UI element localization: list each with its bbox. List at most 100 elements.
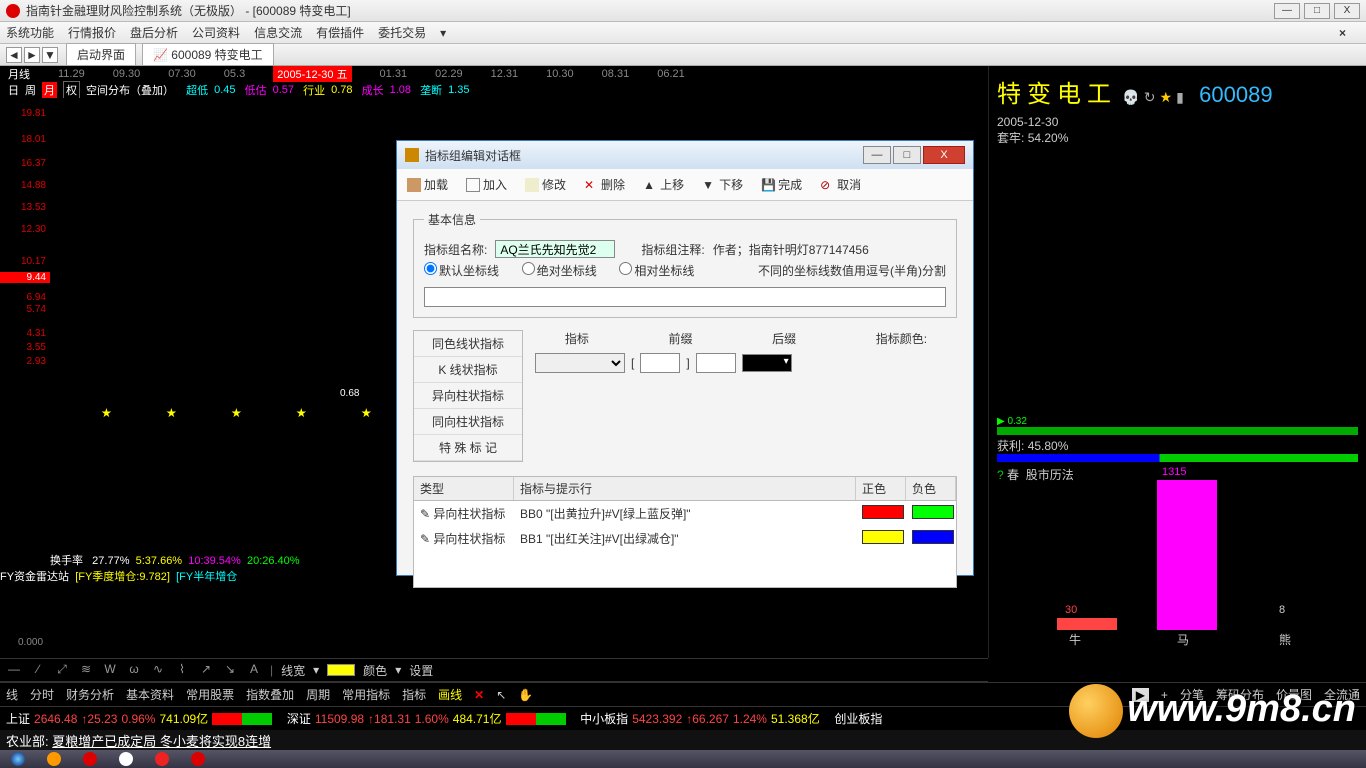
nav-down-button[interactable]: ▼ (42, 47, 58, 63)
dialog-titlebar[interactable]: 指标组编辑对话框 — □ X (397, 141, 973, 169)
line-tool-icon[interactable]: ∕ (30, 662, 46, 678)
color-picker[interactable] (742, 354, 792, 372)
indicator-edit-dialog: 指标组编辑对话框 — □ X 加载 加入 修改 ✕删除 ▲上移 ▼下移 💾完成 … (396, 140, 974, 576)
subtab[interactable]: 周期 (306, 686, 330, 703)
menu-item[interactable]: 信息交流 (254, 24, 302, 41)
window-title: 指南针金融理财风险控制系统（无极版） - [600089 特变电工] (26, 2, 351, 19)
taskbar-app[interactable] (72, 750, 108, 768)
table-row[interactable]: ✎ 异向柱状指标 BB1 "[出红关注]#V[出绿减仓]" (414, 526, 956, 551)
line-tool-icon[interactable]: ω (126, 662, 142, 678)
dialog-title: 指标组编辑对话框 (425, 147, 521, 164)
refresh-icon: ↻ (1144, 89, 1156, 105)
menu-item[interactable]: 盘后分析 (130, 24, 178, 41)
subtab[interactable]: 指标 (402, 686, 426, 703)
down-button[interactable]: ▼下移 (702, 176, 743, 193)
edit-button[interactable]: 修改 (525, 176, 566, 193)
basic-info-fieldset: 基本信息 指标组名称: 指标组注释: 作者；指南针明灯877147456 默认坐… (413, 211, 957, 318)
line-tool-icon[interactable]: — (6, 662, 22, 678)
app-logo-icon (6, 4, 20, 18)
nav-fwd-button[interactable]: ► (24, 47, 40, 63)
type-tab[interactable]: 同色线状指标 (414, 331, 522, 357)
line-tool-icon[interactable]: W (102, 662, 118, 678)
text-tool-icon[interactable]: A (246, 662, 262, 678)
type-tab[interactable]: K 线状指标 (414, 357, 522, 383)
menu-item[interactable]: 行情报价 (68, 24, 116, 41)
nav-back-button[interactable]: ◄ (6, 47, 22, 63)
dropdown-icon[interactable]: ▾ (395, 663, 401, 677)
indicator-select[interactable] (535, 353, 625, 373)
table-row[interactable]: ✎ 异向柱状指标 BB0 "[出黄拉升]#V[绿上蓝反弹]" (414, 501, 956, 526)
line-tool-icon[interactable]: ∿ (150, 662, 166, 678)
close-tab-icon[interactable]: ✕ (474, 688, 484, 702)
coord-values-input[interactable] (424, 287, 946, 307)
subtab[interactable]: 指数叠加 (246, 686, 294, 703)
profit-bars: ▶ 0.32 获利: 45.80% ? 春 股市历法 (997, 416, 1358, 440)
radio-absolute[interactable]: 绝对坐标线 (522, 262, 597, 279)
radar-row: FY资金雷达站 [FY季度增仓:9.782] [FY半年增仓 (0, 568, 237, 584)
turnover-row: 换手率 27.77% 5:37.66% 10:39.54% 20:26.40% (50, 552, 300, 568)
load-button[interactable]: 加载 (407, 176, 448, 193)
taskbar-app[interactable] (108, 750, 144, 768)
watermark: www.9m8.cn (1069, 684, 1356, 738)
color-swatch[interactable] (327, 664, 355, 676)
skull-icon: 💀 (1122, 89, 1139, 105)
subtab[interactable]: 分时 (30, 686, 54, 703)
delete-button[interactable]: ✕删除 (584, 176, 625, 193)
type-tab[interactable]: 同向柱状指标 (414, 409, 522, 435)
subtab[interactable]: 财务分析 (66, 686, 114, 703)
type-tab[interactable]: 特 殊 标 记 (414, 435, 522, 461)
suffix-input[interactable] (696, 353, 736, 373)
menu-item[interactable]: 公司资料 (192, 24, 240, 41)
close-button[interactable]: X (1334, 3, 1360, 19)
cancel-button[interactable]: ⊘取消 (820, 176, 861, 193)
radio-relative[interactable]: 相对坐标线 (619, 262, 694, 279)
subtab[interactable]: 常用指标 (342, 686, 390, 703)
group-name-input[interactable] (495, 240, 615, 258)
taskbar-app[interactable] (180, 750, 216, 768)
subtab[interactable]: 线 (6, 686, 18, 703)
titlebar: 指南针金融理财风险控制系统（无极版） - [600089 特变电工] — □ X (0, 0, 1366, 22)
config-panel: 指标 前缀 后缀 指标颜色: [] (535, 330, 957, 462)
arrow-tool-icon[interactable]: ↗ (198, 662, 214, 678)
flag-icon: ▮ (1176, 89, 1184, 105)
start-button[interactable] (0, 750, 36, 768)
menu-item[interactable]: 有偿插件 (316, 24, 364, 41)
prefix-input[interactable] (640, 353, 680, 373)
add-button[interactable]: 加入 (466, 176, 507, 193)
dialog-close-button[interactable]: X (923, 146, 965, 164)
dialog-max-button[interactable]: □ (893, 146, 921, 164)
current-price-marker: 9.44 (0, 272, 50, 283)
mdi-close-button[interactable]: × (1339, 26, 1346, 40)
taskbar (0, 750, 1366, 768)
menu-item[interactable]: 委托交易 (378, 24, 426, 41)
drawing-toolbar: — ∕ ⤢ ≋ W ω ∿ ⌇ ↗ ↘ A | 线宽▾ 颜色▾ 设置 (0, 658, 988, 682)
arrow-tool-icon[interactable]: ↘ (222, 662, 238, 678)
star-icon: ★ (1160, 89, 1173, 105)
subtab[interactable]: 常用股票 (186, 686, 234, 703)
type-tab[interactable]: 异向柱状指标 (414, 383, 522, 409)
maximize-button[interactable]: □ (1304, 3, 1330, 19)
line-tool-icon[interactable]: ⤢ (54, 662, 70, 678)
up-button[interactable]: ▲上移 (643, 176, 684, 193)
subtab-active[interactable]: 画线 (438, 686, 462, 703)
line-tool-icon[interactable]: ≋ (78, 662, 94, 678)
dropdown-icon[interactable]: ▾ (313, 663, 319, 677)
taskbar-app[interactable] (144, 750, 180, 768)
tab-stock[interactable]: 📈 600089 特变电工 (142, 43, 274, 66)
menu-item[interactable]: 系统功能 (6, 24, 54, 41)
dialog-toolbar: 加载 加入 修改 ✕删除 ▲上移 ▼下移 💾完成 ⊘取消 (397, 169, 973, 201)
stock-code: 600089 (1199, 82, 1272, 107)
taskbar-app[interactable] (36, 750, 72, 768)
subtab[interactable]: 基本资料 (126, 686, 174, 703)
right-panel: 特变电工 💀↻★▮ 600089 2005-12-30 套牢: 54.20% ▶… (988, 66, 1366, 658)
dialog-min-button[interactable]: — (863, 146, 891, 164)
radio-default[interactable]: 默认坐标线 (424, 262, 499, 279)
minimize-button[interactable]: — (1274, 3, 1300, 19)
hand-icon[interactable]: ✋ (518, 688, 533, 702)
cursor-icon[interactable]: ↖ (496, 688, 506, 702)
line-tool-icon[interactable]: ⌇ (174, 662, 190, 678)
type-tabs: 同色线状指标 K 线状指标 异向柱状指标 同向柱状指标 特 殊 标 记 (413, 330, 523, 462)
done-button[interactable]: 💾完成 (761, 176, 802, 193)
tab-launch[interactable]: 启动界面 (66, 43, 136, 66)
stock-name: 特变电工 (997, 81, 1117, 108)
